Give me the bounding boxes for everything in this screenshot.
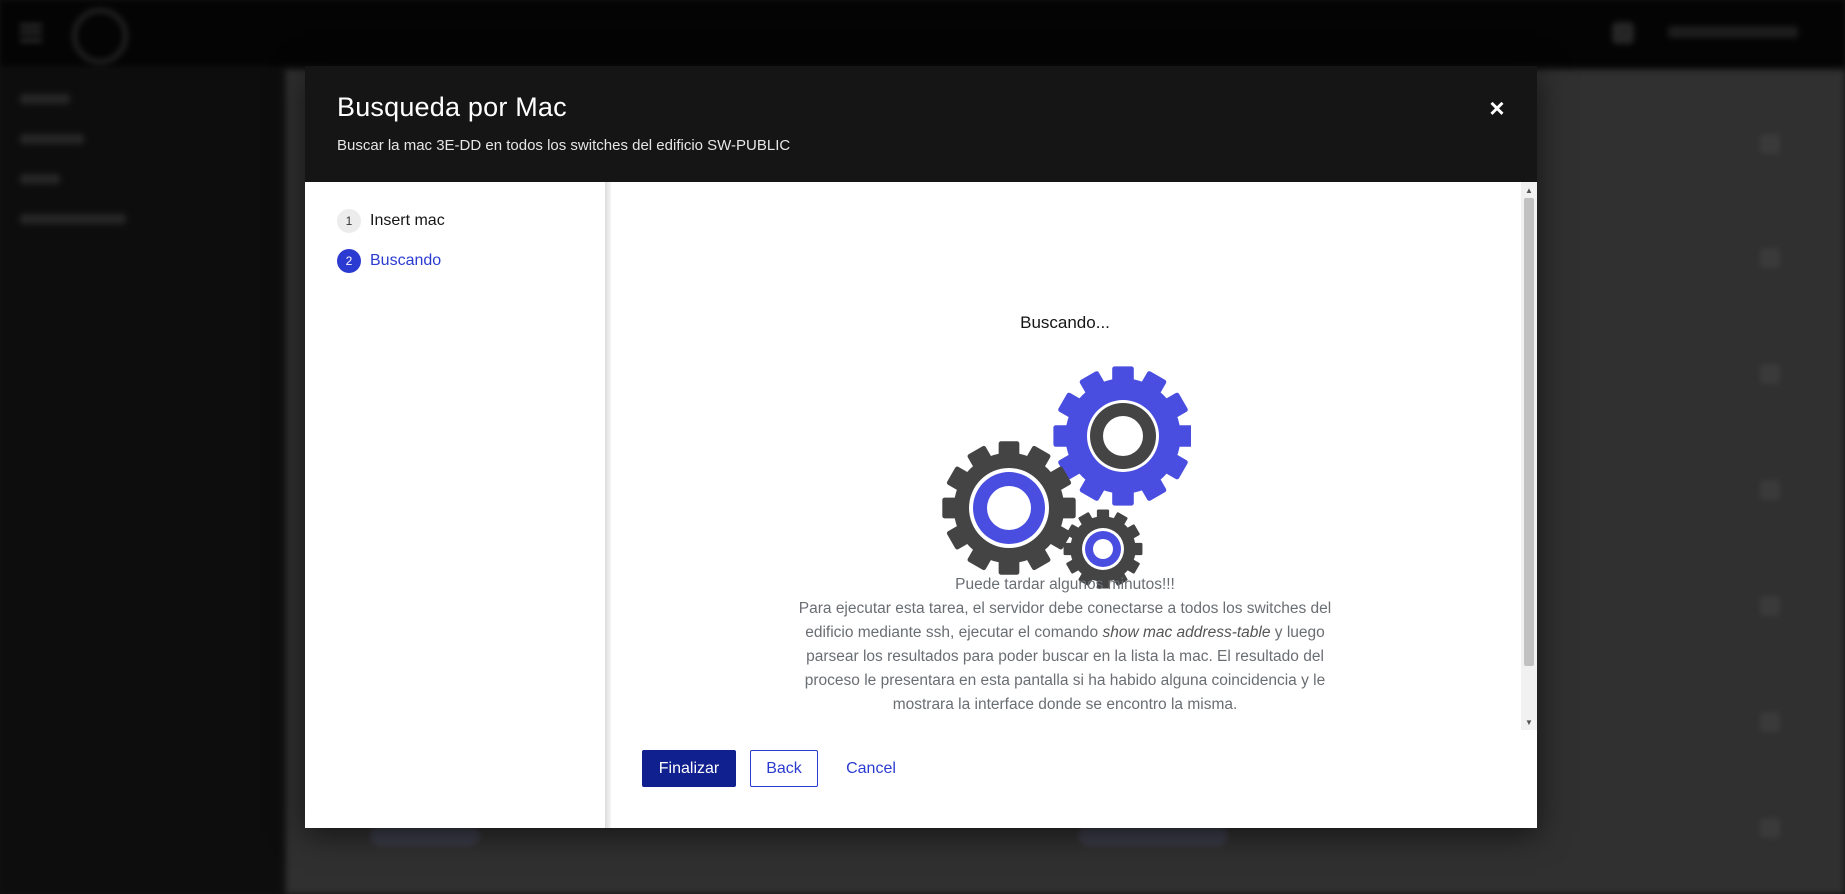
modal-header: Busqueda por Mac Buscar la mac 3E-DD en … [305,66,1537,182]
wizard-step-insert-mac[interactable]: 1 Insert mac [337,209,445,233]
body-scrollbar[interactable]: ▲ ▼ [1521,182,1537,730]
step-number: 2 [337,249,361,273]
back-button[interactable]: Back [750,750,818,787]
wait-warning: Puede tardar algunos minutos!!! [955,576,1175,593]
searching-description: Puede tardar algunos minutos!!! Para eje… [791,573,1339,717]
command-text: show mac address-table [1102,624,1271,641]
modal-description: Buscar la mac 3E-DD en todos los switche… [337,137,791,154]
finish-button[interactable]: Finalizar [642,750,736,787]
wizard-step-buscando[interactable]: 2 Buscando [337,249,441,273]
wizard-nav: 1 Insert mac 2 Buscando [305,182,605,828]
wizard-body: Buscando... Puede tardar algunos minutos… [611,182,1537,730]
wizard-footer: Finalizar Back Cancel [611,730,1537,828]
scroll-up-icon[interactable]: ▲ [1521,182,1537,198]
step-number: 1 [337,209,361,233]
scroll-down-icon[interactable]: ▼ [1521,714,1537,730]
searching-title: Buscando... [1020,313,1110,332]
search-by-mac-modal: Busqueda por Mac Buscar la mac 3E-DD en … [305,66,1537,828]
scrollbar-thumb[interactable] [1524,198,1534,666]
close-icon[interactable]: × [1477,88,1517,128]
cancel-button[interactable]: Cancel [832,750,910,787]
modal-title: Busqueda por Mac [337,92,567,122]
step-label: Insert mac [370,212,445,229]
step-label: Buscando [370,252,442,269]
task-explanation: Para ejecutar esta tarea, el servidor de… [791,597,1339,717]
